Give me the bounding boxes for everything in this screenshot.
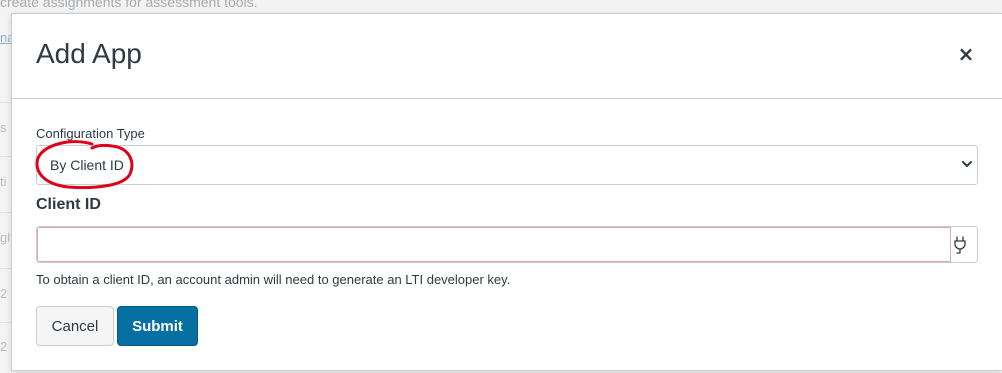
background-fragment: gl [0,230,11,245]
plug-icon [954,236,966,254]
client-id-field-wrapper [36,226,978,263]
background-divider [0,322,11,323]
add-app-modal: Add App × Configuration Type By Client I… [11,13,1002,371]
background-fragment: 2 [0,339,8,354]
modal-header: Add App × [12,14,1002,99]
modal-title: Add App [36,38,142,69]
client-id-hint: To obtain a client ID, an account admin … [36,272,511,287]
submit-button[interactable]: Submit [117,306,198,346]
client-id-input[interactable] [38,228,948,261]
background-divider [0,268,11,269]
close-icon: × [957,42,975,66]
close-button[interactable]: × [956,44,976,64]
background-fragment: na [0,30,11,45]
background-fragment: ti [0,174,7,189]
configuration-type-value: By Client ID [50,157,124,173]
client-id-label: Client ID [36,196,101,213]
background-divider [0,102,11,103]
background-fragment: s k [0,120,11,135]
background-divider [0,212,11,213]
cancel-button[interactable]: Cancel [36,306,114,346]
background-text: create assignments for assessment tools. [0,0,258,10]
configuration-type-select[interactable]: By Client ID [36,145,978,185]
chevron-down-icon [962,161,972,167]
configuration-type-label: Configuration Type [36,126,145,141]
background-divider [0,156,11,157]
background-fragment: 2 [0,286,8,301]
